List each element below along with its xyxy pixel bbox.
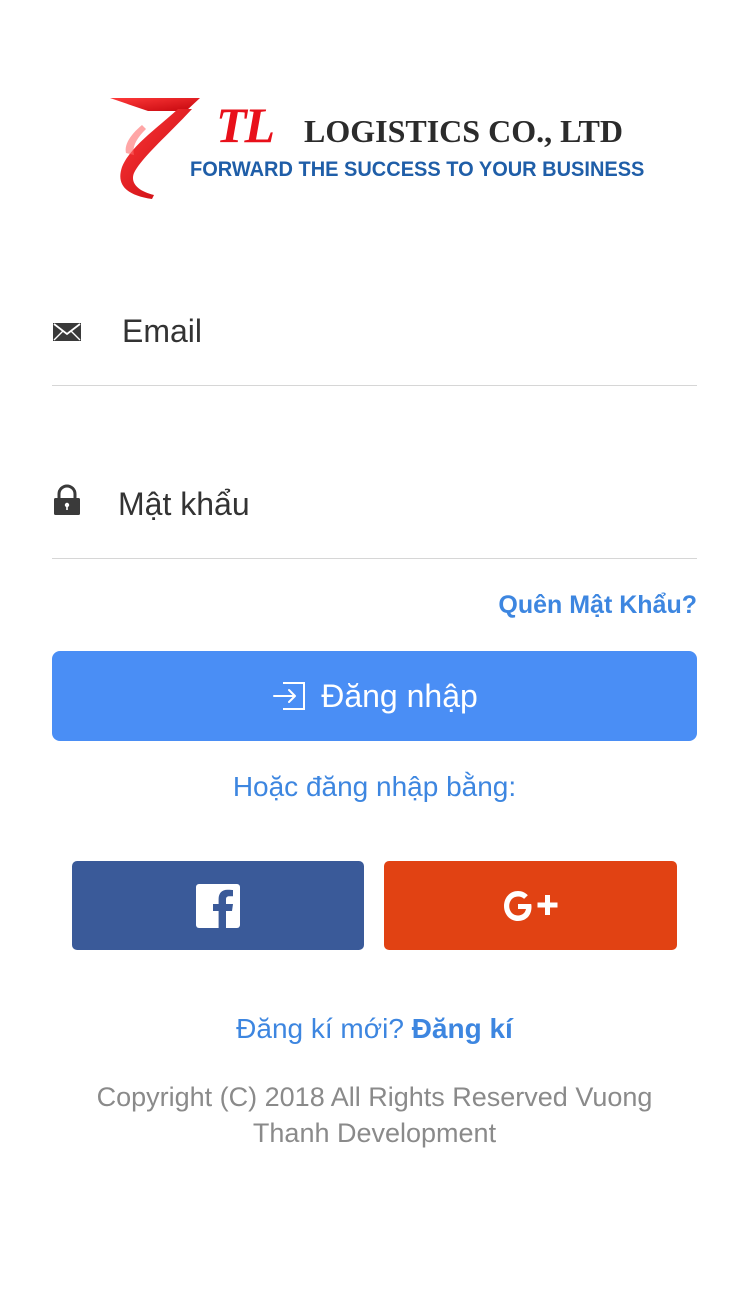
sign-in-icon bbox=[273, 682, 306, 710]
logo-company-name: LOGISTICS CO., LTD bbox=[304, 113, 623, 149]
facebook-icon bbox=[196, 883, 240, 928]
facebook-login-button[interactable] bbox=[72, 861, 364, 950]
logo-tl: TL bbox=[216, 97, 275, 153]
google-plus-login-button[interactable] bbox=[384, 861, 677, 950]
register-row: Đăng kí mới? Đăng kí bbox=[0, 1010, 749, 1048]
company-logo: TL LOGISTICS CO., LTD FORWARD THE SUCCES… bbox=[108, 95, 648, 200]
google-plus-icon bbox=[503, 890, 557, 921]
social-login-prompt: Hoặc đăng nhập bằng: bbox=[232, 771, 517, 802]
login-button[interactable]: Đăng nhập bbox=[52, 651, 697, 741]
login-button-label: Đăng nhập bbox=[321, 677, 478, 714]
logo-swoosh-icon bbox=[110, 98, 200, 199]
login-screen: TL LOGISTICS CO., LTD FORWARD THE SUCCES… bbox=[0, 0, 749, 1289]
copyright-text: Copyright (C) 2018 All Rights Reserved V… bbox=[96, 1082, 653, 1148]
email-input[interactable] bbox=[118, 301, 686, 361]
register-link[interactable]: Đăng kí bbox=[412, 1013, 513, 1044]
mail-icon bbox=[53, 323, 81, 341]
register-prompt: Đăng kí mới? bbox=[236, 1013, 404, 1044]
forgot-password-link[interactable]: Quên Mật Khẩu? bbox=[498, 588, 697, 622]
password-input[interactable] bbox=[114, 474, 682, 534]
lock-icon bbox=[54, 484, 80, 515]
email-field-row bbox=[52, 295, 697, 386]
logo-tagline: FORWARD THE SUCCESS TO YOUR BUSINESS bbox=[190, 157, 645, 181]
password-field-row bbox=[52, 468, 697, 559]
